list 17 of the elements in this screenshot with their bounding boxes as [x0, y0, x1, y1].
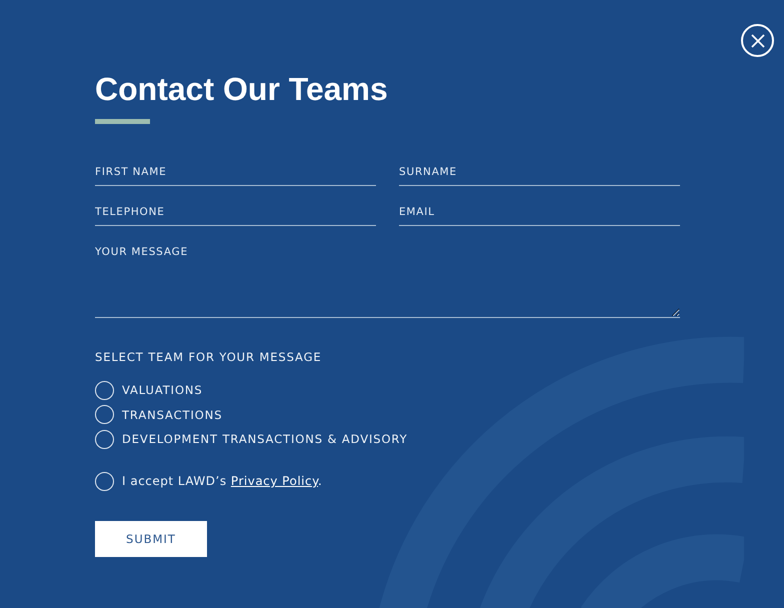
- consent-checkbox[interactable]: [95, 472, 114, 490]
- privacy-policy-link[interactable]: Privacy Policy: [230, 474, 318, 488]
- close-button[interactable]: [741, 24, 774, 57]
- page-title: Contact Our Teams: [95, 70, 389, 108]
- team-option[interactable]: VALUATIONS: [95, 378, 203, 402]
- team-option[interactable]: DEVELOPMENT TRANSACTIONS & ADVISORY: [95, 427, 408, 452]
- text-field[interactable]: FIRST NAME: [95, 158, 376, 186]
- consent-text: I accept LAWD’s Privacy Policy.: [122, 474, 322, 488]
- team-prompt: SELECT TEAM FOR YOUR MESSAGE: [95, 350, 323, 364]
- submit-button[interactable]: SUBMIT: [95, 520, 207, 556]
- message-field[interactable]: YOUR MESSAGE: [95, 238, 680, 318]
- text-field[interactable]: SURNAME: [399, 158, 680, 186]
- text-field[interactable]: TELEPHONE: [95, 198, 376, 226]
- team-option[interactable]: TRANSACTIONS: [95, 402, 222, 427]
- text-field[interactable]: EMAIL: [399, 198, 680, 226]
- title-underline: [95, 119, 150, 124]
- close-icon: [750, 34, 764, 48]
